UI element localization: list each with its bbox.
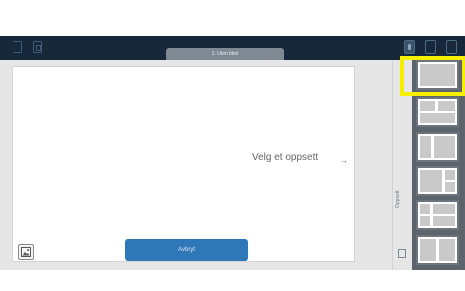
phone-icon[interactable] [404,40,415,54]
tablet-icon[interactable] [446,40,457,54]
cancel-button[interactable]: Avbryt [125,239,248,261]
page-icon[interactable] [425,40,436,54]
insert-image-button[interactable] [18,244,34,260]
layout-panel-label: Oppsett [395,190,401,208]
back-icon[interactable] [13,41,22,53]
hint-arrow-icon: → [340,156,348,165]
page-canvas[interactable] [12,66,355,262]
image-icon [21,247,31,257]
document-icon[interactable] [33,41,42,53]
layout-option-four[interactable] [416,235,459,265]
layout-option-three[interactable] [416,166,459,196]
app-screen: 1. Uten tittel Velg et oppsett → Avbryt … [0,0,465,291]
selected-layout-highlight [400,56,465,96]
bottom-area [0,270,465,291]
page-tab[interactable]: 1. Uten tittel [166,48,284,60]
layout-option-two-columns[interactable] [416,132,459,162]
layout-panel-icon [398,249,406,258]
layout-option-two-top-one-bottom[interactable] [416,97,459,127]
layout-option-grid[interactable] [416,200,459,230]
choose-layout-hint: Velg et oppsett [252,152,319,163]
